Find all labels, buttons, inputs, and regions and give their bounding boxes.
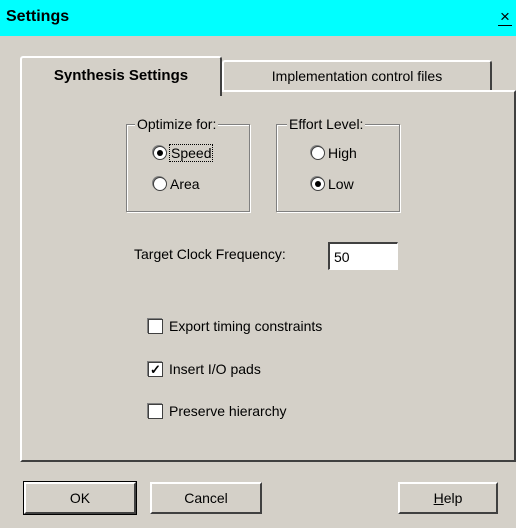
help-label-rest: elp: [443, 490, 463, 506]
tab-label: Implementation control files: [271, 68, 443, 84]
optimize-legend: Optimize for:: [135, 116, 219, 132]
radio-button[interactable]: [311, 146, 325, 160]
effort-legend: Effort Level:: [287, 116, 366, 132]
check-icon[interactable]: ✓: [148, 361, 163, 377]
radio-low-label: Low: [328, 176, 354, 192]
optimize-group: Optimize for: Speed Area: [126, 116, 250, 212]
title-bar[interactable]: Settings ×: [0, 0, 516, 36]
radio-button-checked[interactable]: [311, 177, 325, 191]
frequency-label: Target Clock Frequency:: [134, 246, 286, 262]
radio-speed-label: Speed: [168, 144, 214, 162]
settings-dialog: Settings × Synthesis Settings Implementa…: [0, 0, 516, 528]
effort-group: Effort Level: High Low: [276, 116, 400, 212]
checkbox-preserve-hierarchy-label: Preserve hierarchy: [169, 403, 287, 419]
cancel-button[interactable]: Cancel: [150, 482, 262, 514]
radio-low[interactable]: Low: [311, 176, 354, 192]
tab-label: Synthesis Settings: [53, 67, 189, 84]
checkbox-export-timing-label: Export timing constraints: [169, 318, 323, 334]
checkbox-insert-io-pads-label: Insert I/O pads: [169, 361, 261, 377]
ok-button[interactable]: OK: [23, 481, 137, 515]
checkbox-insert-io-pads[interactable]: ✓ Insert I/O pads: [148, 361, 261, 377]
radio-speed[interactable]: Speed: [153, 144, 214, 162]
radio-area-label: Area: [170, 176, 200, 192]
checkbox-preserve-hierarchy[interactable]: Preserve hierarchy: [148, 403, 287, 419]
radio-high[interactable]: High: [311, 145, 357, 161]
frequency-input[interactable]: [328, 242, 398, 270]
checkbox-box[interactable]: [148, 403, 163, 419]
radio-area[interactable]: Area: [153, 176, 200, 192]
checkbox-export-timing[interactable]: Export timing constraints: [148, 318, 322, 334]
radio-button-checked[interactable]: [153, 146, 167, 160]
help-mnemonic: H: [433, 490, 444, 506]
tab-join: [22, 88, 218, 92]
tab-implementation-control-files[interactable]: Implementation control files: [222, 60, 492, 90]
window-title: Settings: [6, 8, 70, 25]
help-button[interactable]: Help: [398, 482, 498, 514]
radio-high-label: High: [328, 145, 357, 161]
checkbox-box[interactable]: [148, 318, 163, 334]
close-icon[interactable]: ×: [498, 8, 512, 26]
radio-button[interactable]: [153, 177, 167, 191]
